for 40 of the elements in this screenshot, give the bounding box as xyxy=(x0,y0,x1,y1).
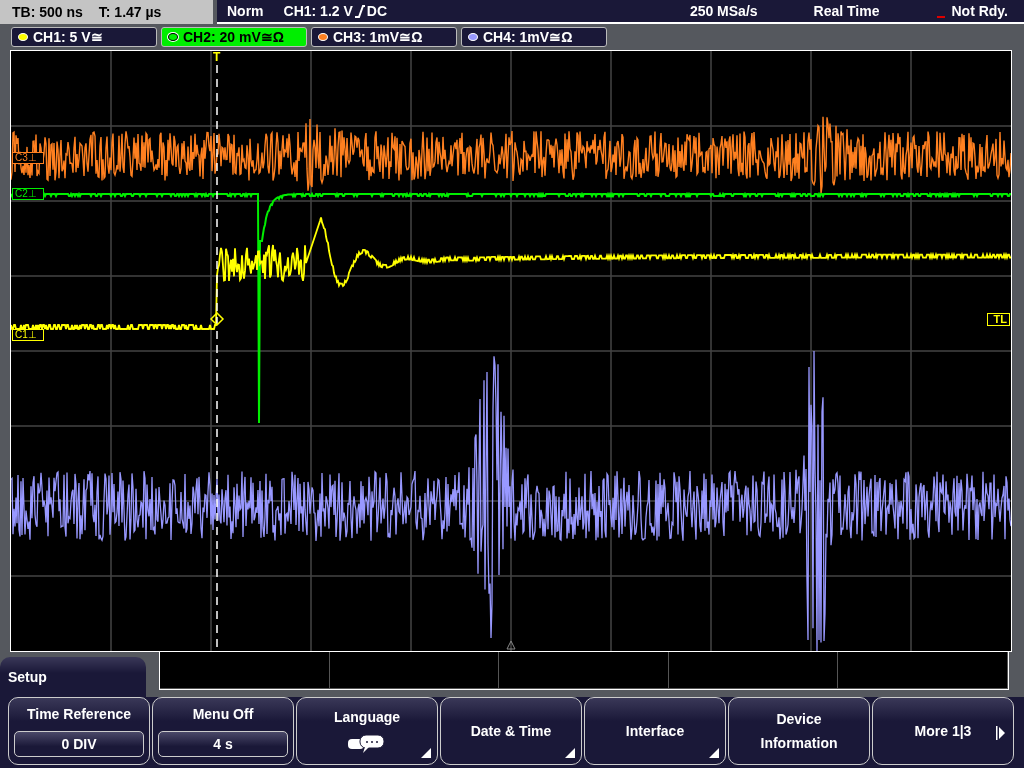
softkey[interactable]: Time Reference 0 DIV xyxy=(8,697,150,765)
next-arrow-icon xyxy=(996,726,1005,740)
channel-dot xyxy=(18,33,28,41)
acquisition-status: Not Rdy. xyxy=(951,3,1008,19)
trigger-mode: Norm xyxy=(227,3,264,19)
timebase-readout: TB: 500 ns xyxy=(12,4,83,20)
center-marker-icon xyxy=(506,640,516,650)
softkey[interactable]: More 1|3 xyxy=(872,697,1014,765)
speech-bubbles-icon xyxy=(347,734,387,754)
trigger-point-icon xyxy=(209,311,225,327)
channel-marker: C1⊥ xyxy=(12,329,44,341)
trigger-level-marker[interactable]: TL xyxy=(986,313,1010,326)
menu-title: Setup xyxy=(8,669,47,685)
trigger-position-marker[interactable]: T xyxy=(212,51,222,64)
channel-tab[interactable]: CH1: 5 V≅ xyxy=(11,27,157,47)
trigger-source: CH1: 1.2 V xyxy=(283,3,353,19)
submenu-corner-icon xyxy=(565,748,575,758)
softkey[interactable]: Menu Off 4 s xyxy=(152,697,294,765)
value-display: 0 DIV xyxy=(14,731,144,757)
submenu-corner-icon xyxy=(421,748,431,758)
channel-marker: C3⊥ xyxy=(12,152,44,164)
channel-marker: C2⊥ xyxy=(12,188,44,200)
sample-rate: 250 MSa/s xyxy=(689,3,758,19)
coupling-readout: DC xyxy=(366,3,388,19)
channel-dot xyxy=(468,33,478,41)
status-mark xyxy=(937,16,946,18)
softkey[interactable]: Device Information xyxy=(728,697,870,765)
trigger-time-readout: T: 1.47 µs xyxy=(98,4,162,20)
softkey[interactable]: Language xyxy=(296,697,438,765)
channel-tab[interactable]: CH3: 1mV≅Ω xyxy=(311,27,457,47)
rising-edge-icon xyxy=(354,4,365,18)
channel-tab[interactable]: CH4: 1mV≅Ω xyxy=(461,27,607,47)
value-display: 4 s xyxy=(158,731,288,757)
softkey[interactable]: Date & Time xyxy=(440,697,582,765)
channel-tab[interactable]: CH2: 20 mV≅Ω xyxy=(161,27,307,47)
softkey[interactable]: Interface xyxy=(584,697,726,765)
channel-dot xyxy=(318,33,328,41)
submenu-corner-icon xyxy=(709,748,719,758)
acquisition-mode: Real Time xyxy=(813,3,880,19)
channel-dot xyxy=(168,33,178,41)
